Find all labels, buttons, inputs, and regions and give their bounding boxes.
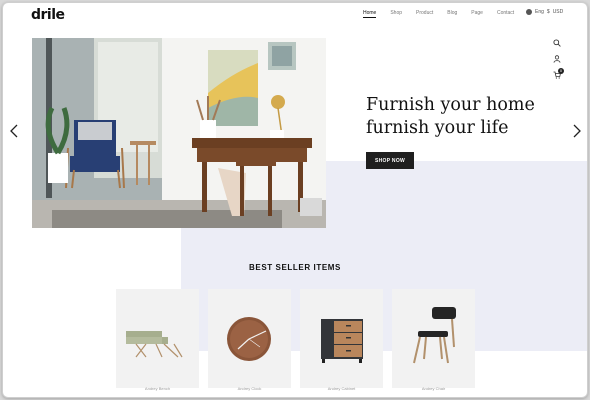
language-label[interactable]: Eng (535, 9, 544, 15)
header-icons: 0 (553, 39, 564, 79)
globe-icon (526, 9, 532, 15)
locale-switcher[interactable]: Eng $ USD (526, 9, 563, 15)
shop-now-button[interactable]: SHOP NOW (366, 152, 414, 169)
brand-logo[interactable]: drile (31, 7, 65, 23)
clock-icon (227, 317, 271, 361)
slider-next-arrow[interactable] (573, 124, 581, 138)
cabinet-icon (321, 319, 363, 363)
nav-contact[interactable]: Contact (497, 10, 514, 18)
product-card[interactable]: Andrey Bench (116, 289, 199, 391)
nav-blog[interactable]: Blog (447, 10, 457, 18)
product-caption[interactable]: Andrey Clock (208, 386, 291, 391)
product-caption[interactable]: Andrey Chair (392, 386, 475, 391)
bestseller-title: BEST SELLER ITEMS (249, 263, 341, 272)
hero-headline-line2: furnish your life (366, 118, 509, 138)
nav-home[interactable]: Home (363, 10, 377, 18)
cart-button[interactable]: 0 (553, 68, 564, 79)
cart-count-badge: 0 (558, 68, 564, 74)
hero-headline-line1: Furnish your home (366, 95, 535, 115)
slider-prev-arrow[interactable] (10, 124, 18, 138)
main-nav: Home Shop Product Blog Page Contact (363, 10, 528, 18)
nav-shop[interactable]: Shop (390, 10, 402, 18)
product-caption[interactable]: Andrey Cabinet (300, 386, 383, 391)
browser-frame: drile Home Shop Product Blog Page Contac… (2, 2, 588, 398)
sofa-icon (126, 331, 183, 358)
nav-product[interactable]: Product (416, 10, 433, 18)
currency-label[interactable]: USD (553, 9, 564, 15)
hero-headline: Furnish your home furnish your life (366, 94, 535, 140)
product-caption[interactable]: Andrey Bench (116, 386, 199, 391)
nav-page[interactable]: Page (471, 10, 483, 18)
chair-icon (413, 307, 456, 364)
user-icon[interactable] (553, 55, 561, 63)
hero-image (32, 38, 326, 228)
dollar-icon: $ (546, 9, 550, 15)
search-icon[interactable] (553, 39, 561, 47)
product-card[interactable]: Andrey Cabinet (300, 289, 383, 391)
product-card[interactable]: Andrey Clock (208, 289, 291, 391)
product-card[interactable]: Andrey Chair (392, 289, 475, 391)
